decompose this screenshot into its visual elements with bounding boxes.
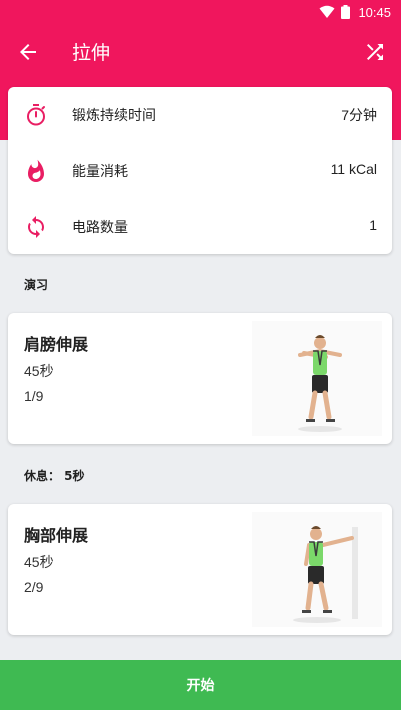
status-time: 10:45 — [358, 4, 391, 20]
back-arrow-icon[interactable] — [16, 40, 40, 64]
stat-label: 能量消耗 — [72, 164, 128, 180]
stopwatch-icon — [27, 104, 45, 126]
exercise-name: 胸部伸展 — [24, 526, 89, 545]
shuffle-icon[interactable] — [363, 40, 387, 64]
repeat-icon — [28, 216, 44, 238]
stat-row-duration: 锻炼持续时间 7分钟 — [8, 87, 392, 143]
stat-label: 锻炼持续时间 — [72, 108, 156, 124]
section-title: 演习 — [24, 278, 49, 292]
start-button-label: 开始 — [186, 678, 215, 694]
stat-label: 电路数量 — [72, 220, 128, 236]
status-bar: 10:45 — [0, 0, 401, 24]
rest-label: 休息： 5秒 — [24, 469, 85, 483]
stat-row-circuits: 电路数量 1 — [8, 199, 392, 255]
exercise-index: 1/9 — [24, 388, 44, 404]
exercise-illustration — [252, 321, 382, 436]
app-bar: 拉伸 — [0, 24, 401, 80]
exercise-name: 肩膀伸展 — [24, 335, 89, 354]
exercise-index: 2/9 — [24, 579, 44, 595]
page-title: 拉伸 — [72, 42, 111, 64]
exercise-duration: 45秒 — [24, 363, 54, 379]
stat-row-calories: 能量消耗 11 kCal — [8, 143, 392, 199]
exercise-card[interactable]: 肩膀伸展 45秒 1/9 — [8, 313, 392, 444]
exercise-duration: 45秒 — [24, 554, 54, 570]
battery-icon — [341, 5, 351, 19]
stat-value: 1 — [369, 217, 377, 233]
stat-value: 7分钟 — [341, 107, 377, 123]
start-button[interactable]: 开始 — [0, 660, 401, 710]
wifi-icon — [319, 5, 335, 18]
exercise-card[interactable]: 胸部伸展 45秒 2/9 — [8, 504, 392, 635]
stat-value: 11 kCal — [330, 161, 377, 177]
exercise-illustration — [252, 512, 382, 627]
workout-summary-card: 锻炼持续时间 7分钟 能量消耗 11 kCal 电路数量 1 — [8, 87, 392, 254]
flame-icon — [28, 159, 44, 182]
